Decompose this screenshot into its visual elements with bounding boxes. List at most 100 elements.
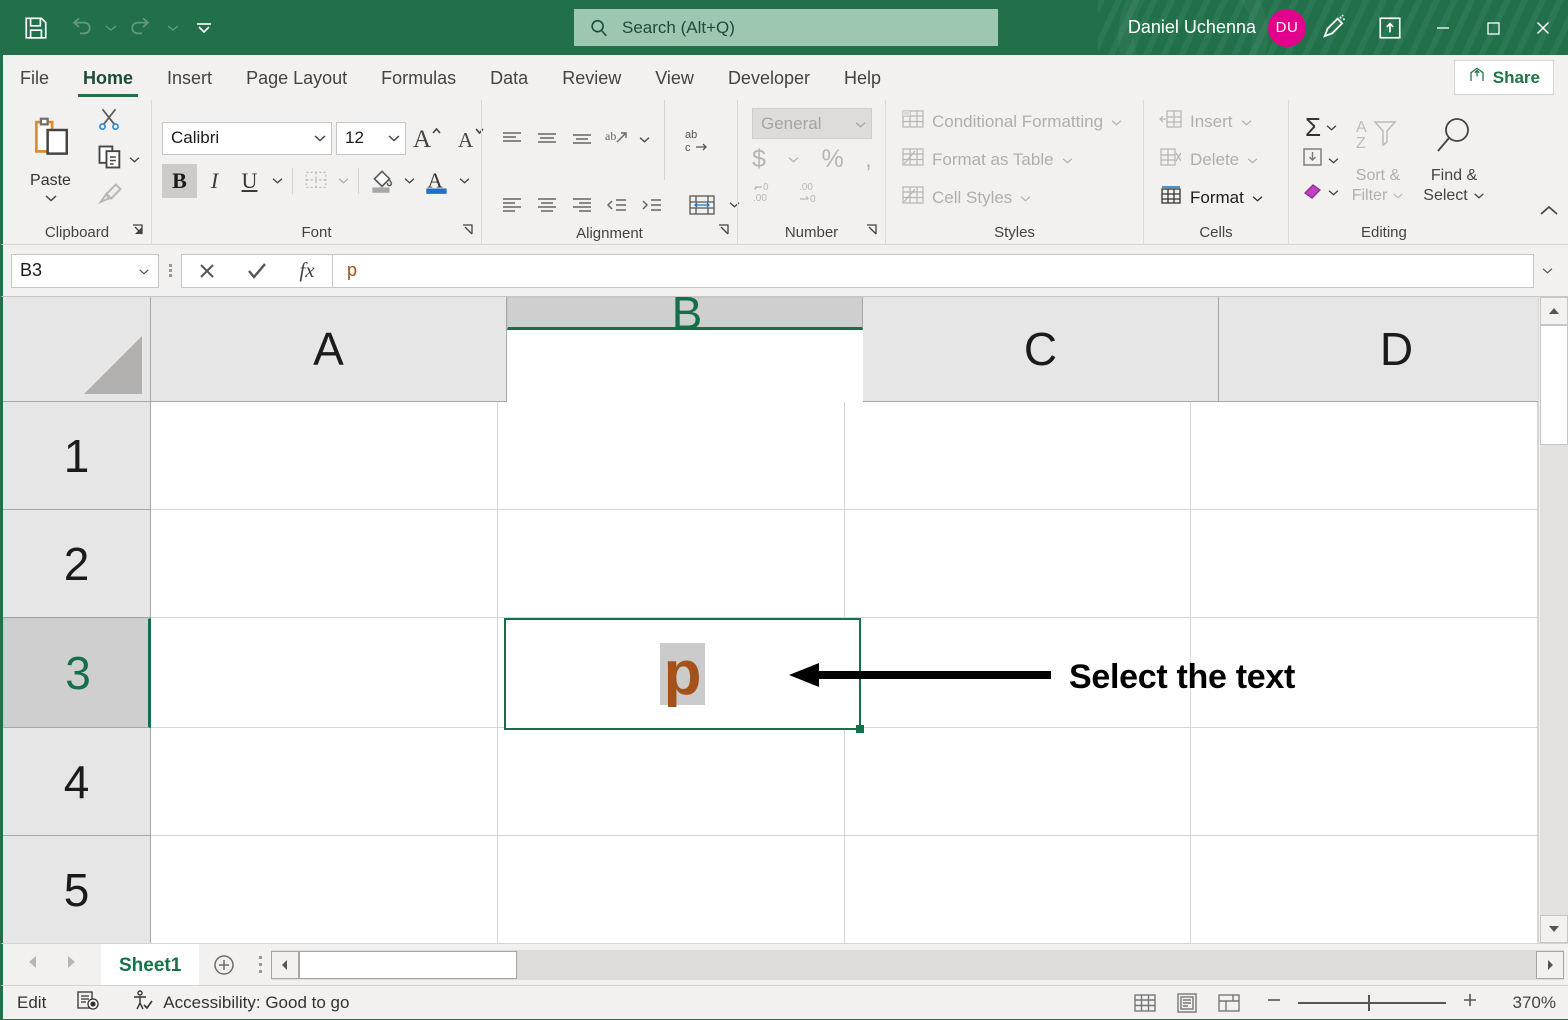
align-top-icon[interactable] (494, 123, 529, 157)
redo-dropdown-icon[interactable] (164, 8, 182, 48)
zoom-slider[interactable] (1298, 1002, 1446, 1004)
sort-and-filter-dropdown-icon[interactable] (1392, 187, 1404, 205)
decrease-indent-icon[interactable] (599, 188, 634, 222)
cell-d2[interactable] (1191, 510, 1538, 617)
cell-a3[interactable] (151, 618, 498, 727)
paste-button[interactable]: Paste (9, 101, 92, 219)
decrease-decimal-icon[interactable]: 0 .00 (752, 180, 784, 211)
fill-button[interactable] (1301, 146, 1340, 175)
paste-dropdown-icon[interactable] (44, 190, 58, 208)
cancel-x-icon[interactable] (182, 255, 232, 287)
column-header-a[interactable]: A (151, 297, 507, 402)
tab-formulas[interactable]: Formulas (364, 56, 473, 100)
increase-decimal-icon[interactable]: .00 0 (798, 180, 830, 211)
hscroll-right-icon[interactable] (1536, 951, 1564, 979)
cell-a2[interactable] (151, 510, 498, 617)
search-box[interactable] (574, 9, 998, 46)
merge-and-center-icon[interactable] (680, 188, 724, 222)
clear-button[interactable] (1301, 178, 1340, 207)
scroll-down-icon[interactable] (1540, 915, 1568, 943)
hscroll-left-icon[interactable] (271, 951, 299, 979)
vertical-scroll-track[interactable] (1540, 445, 1568, 915)
cell-c4[interactable] (845, 728, 1192, 835)
customize-quick-access-icon[interactable] (182, 8, 226, 48)
number-dialog-launcher-icon[interactable] (865, 223, 879, 241)
insert-cells-button[interactable]: Insert (1156, 105, 1267, 138)
accessibility-status[interactable]: Accessibility: Good to go (130, 989, 349, 1016)
font-name-input[interactable]: Calibri (162, 122, 332, 155)
number-format-select[interactable]: General (752, 108, 872, 139)
cell-c1[interactable] (845, 402, 1192, 509)
find-and-select-dropdown-icon[interactable] (1473, 187, 1485, 205)
cell-a1[interactable] (151, 402, 498, 509)
font-size-input[interactable]: 12 (336, 122, 406, 155)
tab-view[interactable]: View (638, 56, 711, 100)
conditional-formatting-dropdown-icon[interactable] (1110, 112, 1123, 132)
maximize-icon[interactable] (1468, 0, 1518, 55)
zoom-out-minus-icon[interactable] (1264, 990, 1284, 1015)
cell-c5[interactable] (845, 836, 1192, 943)
underline-button[interactable]: U (232, 164, 267, 198)
row-header-5[interactable]: 5 (3, 836, 151, 943)
format-cells-button[interactable]: Format (1156, 181, 1267, 214)
format-cells-dropdown-icon[interactable] (1251, 188, 1264, 208)
add-sheet-plus-icon[interactable] (199, 953, 249, 977)
collapse-ribbon-chevron-icon[interactable] (1538, 204, 1560, 223)
fill-color-dropdown-icon[interactable] (399, 164, 419, 198)
cell-a5[interactable] (151, 836, 498, 943)
align-right-icon[interactable] (564, 188, 599, 222)
name-box[interactable]: B3 (11, 254, 159, 288)
avatar[interactable]: DU (1268, 9, 1306, 47)
row-header-1[interactable]: 1 (3, 402, 151, 510)
font-name-dropdown-icon[interactable] (313, 128, 327, 148)
insert-function-fx-icon[interactable]: fx (282, 255, 332, 287)
page-layout-view-icon[interactable] (1166, 988, 1208, 1018)
delete-cells-dropdown-icon[interactable] (1246, 150, 1259, 170)
fill-handle[interactable] (856, 725, 864, 733)
tab-insert[interactable]: Insert (150, 56, 229, 100)
zoom-in-plus-icon[interactable] (1460, 990, 1480, 1015)
ribbon-display-options-icon[interactable] (1362, 0, 1418, 55)
font-color-dropdown-icon[interactable] (454, 164, 474, 198)
cell-b5[interactable] (498, 836, 845, 943)
font-dialog-launcher-icon[interactable] (461, 223, 475, 241)
cell-d1[interactable] (1191, 402, 1538, 509)
align-center-icon[interactable] (529, 188, 564, 222)
tab-page-layout[interactable]: Page Layout (229, 56, 364, 100)
tab-developer[interactable]: Developer (711, 56, 827, 100)
redo-icon[interactable] (120, 8, 164, 48)
find-and-select-button[interactable]: Find & Select (1416, 114, 1492, 204)
normal-view-icon[interactable] (1124, 988, 1166, 1018)
cell-a4[interactable] (151, 728, 498, 835)
row-header-2[interactable]: 2 (3, 510, 151, 618)
hscroll-grip[interactable] (249, 954, 271, 975)
fill-dropdown-icon[interactable] (1327, 152, 1340, 170)
zoom-slider-handle[interactable] (1368, 995, 1370, 1011)
insert-cells-dropdown-icon[interactable] (1240, 112, 1253, 132)
share-button[interactable]: Share (1454, 60, 1554, 95)
sheet-tab-sheet1[interactable]: Sheet1 (101, 944, 199, 985)
column-header-b[interactable]: B (507, 297, 863, 330)
cell-b1[interactable] (498, 402, 845, 509)
column-header-d[interactable]: D (1219, 297, 1538, 402)
formula-bar-grip[interactable] (159, 262, 181, 279)
select-all-corner-icon[interactable] (3, 297, 151, 402)
enter-check-icon[interactable] (232, 255, 282, 287)
row-header-3[interactable]: 3 (3, 618, 151, 728)
align-left-icon[interactable] (494, 188, 529, 222)
vertical-scroll-thumb[interactable] (1540, 325, 1568, 445)
borders-icon[interactable] (298, 164, 333, 198)
alignment-dialog-launcher-icon[interactable] (717, 223, 731, 241)
tab-review[interactable]: Review (545, 56, 638, 100)
grow-font-icon[interactable]: A (406, 121, 450, 155)
record-macro-button[interactable] (76, 989, 100, 1016)
horizontal-scroll-thumb[interactable] (299, 951, 517, 979)
next-sheet-icon[interactable] (63, 954, 79, 975)
accounting-dropdown-icon[interactable] (787, 151, 800, 169)
tab-help[interactable]: Help (827, 56, 898, 100)
format-as-table-dropdown-icon[interactable] (1061, 150, 1074, 170)
undo-dropdown-icon[interactable] (102, 8, 120, 48)
clipboard-dialog-launcher-icon[interactable] (131, 223, 145, 241)
tab-data[interactable]: Data (473, 56, 545, 100)
expand-formula-bar-icon[interactable] (1534, 254, 1560, 288)
